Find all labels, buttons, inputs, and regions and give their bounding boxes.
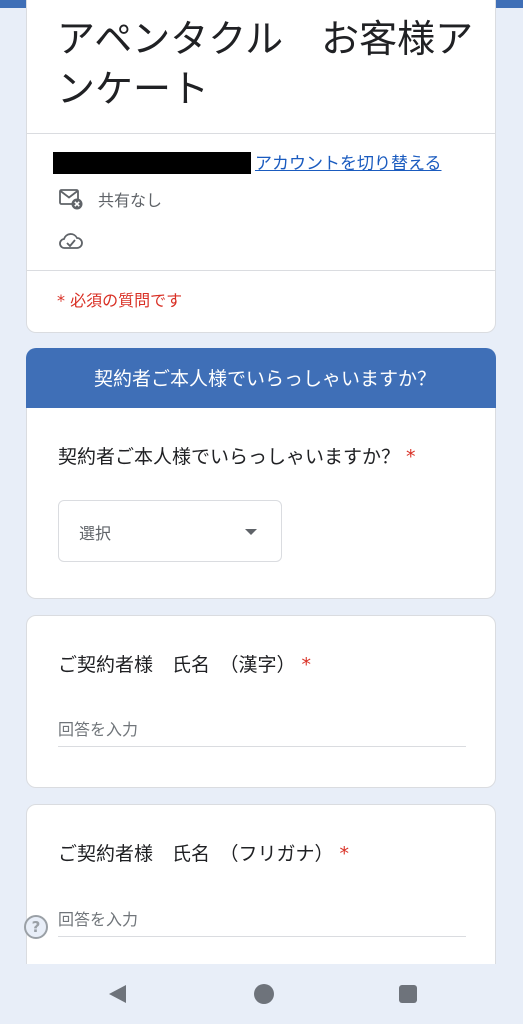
system-nav-bar — [0, 964, 523, 1024]
home-icon[interactable] — [254, 984, 274, 1004]
sharing-status: 共有なし — [98, 191, 163, 210]
switch-account-link[interactable]: アカウントを切り替える — [255, 149, 442, 174]
select-dropdown[interactable]: 選択 — [58, 500, 282, 562]
question-title-text: 契約者ご本人様でいらっしゃいますか？ — [58, 446, 401, 468]
required-mark: * — [301, 654, 312, 676]
question-title: 契約者ご本人様でいらっしゃいますか？ * — [58, 442, 416, 469]
form-title: アペンタクル お客様アンケート — [57, 17, 474, 111]
question-title-text: ご契約者様 氏名 （フリガナ） — [58, 843, 334, 865]
recent-apps-icon[interactable] — [399, 985, 417, 1003]
mail-blocked-icon — [58, 185, 84, 211]
section-header: 契約者ご本人様でいらっしゃいますか？ — [26, 348, 496, 410]
answer-input-kanji[interactable] — [58, 712, 466, 747]
question-card-contractor: 契約者ご本人様でいらっしゃいますか？ * 選択 — [26, 408, 496, 599]
form-header-card: アペンタクル お客様アンケート アカウントを切り替える 共有なし * 必須の質問… — [26, 0, 496, 333]
required-mark: * — [339, 843, 350, 865]
question-card-name-kanji: ご契約者様 氏名 （漢字） * — [26, 615, 496, 788]
required-mark: * — [406, 446, 416, 468]
help-icon[interactable]: ? — [24, 915, 48, 939]
header-divider-2 — [27, 270, 495, 271]
answer-input-furigana[interactable] — [58, 902, 466, 937]
question-title: ご契約者様 氏名 （フリガナ） * — [58, 839, 349, 866]
caret-down-icon — [245, 529, 257, 535]
required-note: * 必須の質問です — [57, 291, 183, 310]
question-title: ご契約者様 氏名 （漢字） * — [58, 650, 311, 677]
select-value: 選択 — [79, 524, 112, 543]
back-icon[interactable] — [109, 985, 126, 1003]
header-divider — [27, 133, 495, 134]
question-title-text: ご契約者様 氏名 （漢字） — [58, 654, 296, 676]
cloud-check-icon — [58, 228, 84, 254]
redacted-account-email — [53, 152, 251, 174]
